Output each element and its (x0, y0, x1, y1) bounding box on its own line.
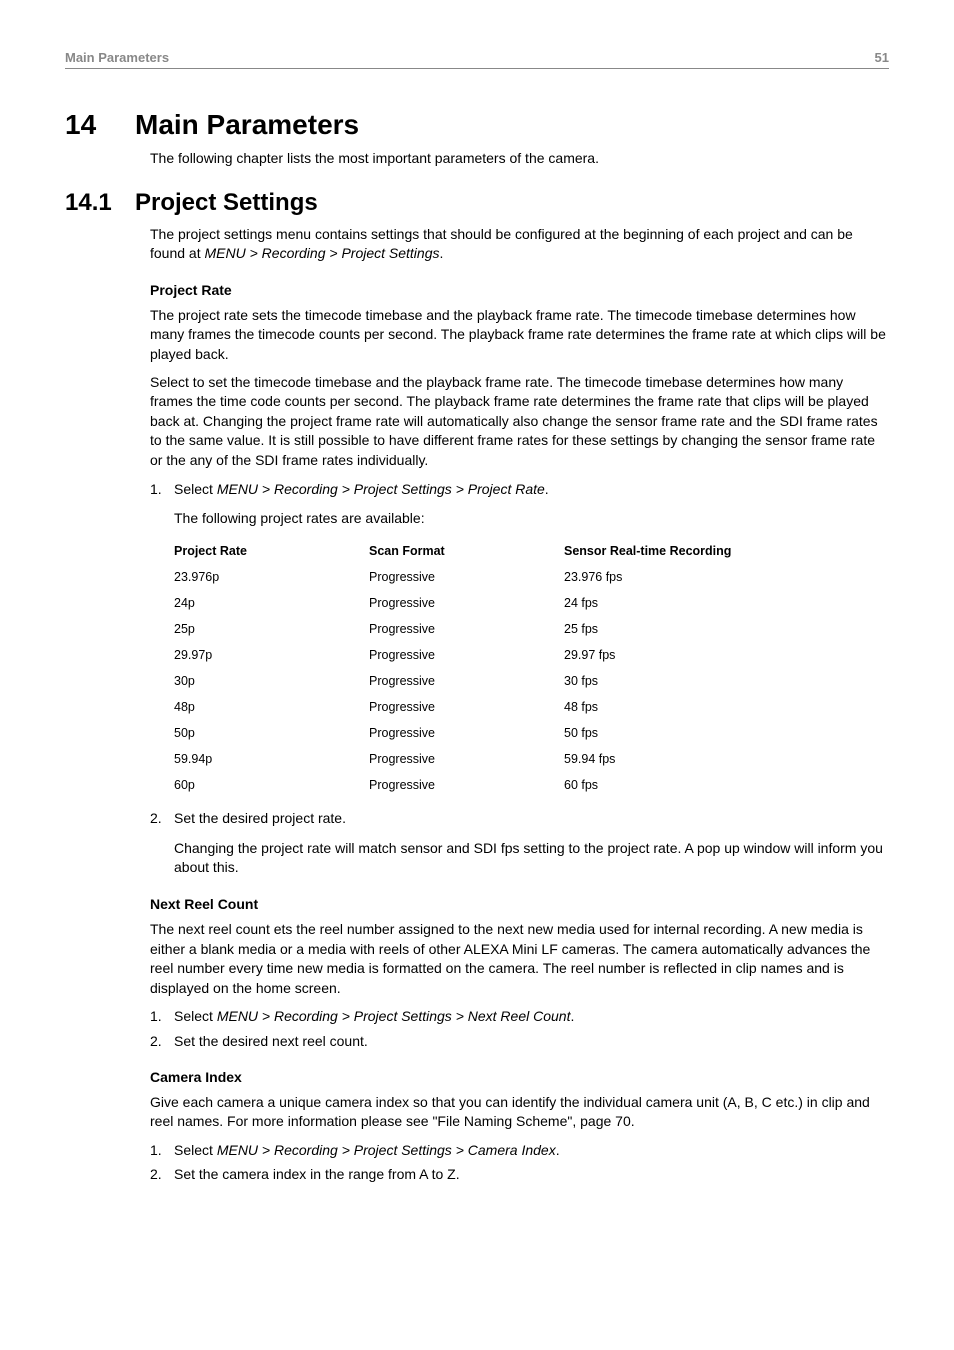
table-cell: Progressive (369, 668, 564, 694)
section-intro: The project settings menu contains setti… (150, 225, 889, 264)
list-item: 1. Select MENU > Recording > Project Set… (150, 479, 889, 499)
step1-c: . (545, 481, 549, 497)
table-cell: 50 fps (564, 720, 784, 746)
table-row: 24pProgressive24 fps (174, 590, 784, 616)
list-item: 2. Set the camera index in the range fro… (150, 1164, 889, 1184)
table-row: 60pProgressive60 fps (174, 772, 784, 798)
table-row: 48pProgressive48 fps (174, 694, 784, 720)
list-text: Select MENU > Recording > Project Settin… (174, 1140, 889, 1160)
table-cell: 59.94p (174, 746, 369, 772)
project-rate-table: Project Rate Scan Format Sensor Real-tim… (174, 538, 784, 798)
list-item: 2. Set the desired next reel count. (150, 1031, 889, 1051)
list-item: 1. Select MENU > Recording > Project Set… (150, 1140, 889, 1160)
list-text: Set the camera index in the range from A… (174, 1164, 889, 1184)
next-reel-head: Next Reel Count (150, 896, 889, 912)
th-project-rate: Project Rate (174, 538, 369, 564)
table-cell: Progressive (369, 642, 564, 668)
table-cell: 48 fps (564, 694, 784, 720)
table-row: 50pProgressive50 fps (174, 720, 784, 746)
table-cell: 25 fps (564, 616, 784, 642)
table-cell: 23.976 fps (564, 564, 784, 590)
table-cell: Progressive (369, 616, 564, 642)
section-intro-c: . (440, 245, 444, 261)
list-text: Select MENU > Recording > Project Settin… (174, 1006, 889, 1026)
list-number: 1. (150, 1140, 174, 1160)
page-header: Main Parameters 51 (65, 50, 889, 69)
project-rate-head: Project Rate (150, 282, 889, 298)
header-page-number: 51 (875, 50, 889, 65)
step1-a: Select (174, 481, 217, 497)
list-item: 1. Select MENU > Recording > Project Set… (150, 1006, 889, 1026)
section-title: Project Settings (135, 189, 318, 217)
th-sensor-recording: Sensor Real-time Recording (564, 538, 784, 564)
header-title: Main Parameters (65, 50, 169, 65)
list-text: Select MENU > Recording > Project Settin… (174, 479, 889, 499)
project-rate-p2: Select to set the timecode timebase and … (150, 373, 889, 471)
ci-step1-a: Select (174, 1142, 217, 1158)
project-rate-step1-list: 1. Select MENU > Recording > Project Set… (150, 479, 889, 499)
list-text: Set the desired next reel count. (174, 1031, 889, 1051)
section-number: 14.1 (65, 189, 135, 217)
table-cell: Progressive (369, 746, 564, 772)
chapter-heading: 14 Main Parameters (65, 109, 889, 141)
table-row: 25pProgressive25 fps (174, 616, 784, 642)
table-cell: 29.97p (174, 642, 369, 668)
th-scan-format: Scan Format (369, 538, 564, 564)
section-heading: 14.1 Project Settings (65, 189, 889, 217)
table-cell: 23.976p (174, 564, 369, 590)
step1-path: MENU > Recording > Project Settings > Pr… (217, 481, 545, 497)
list-number: 1. (150, 479, 174, 499)
camera-index-head: Camera Index (150, 1069, 889, 1085)
table-header-row: Project Rate Scan Format Sensor Real-tim… (174, 538, 784, 564)
table-cell: 24 fps (564, 590, 784, 616)
nr-step1-c: . (570, 1008, 574, 1024)
chapter-intro: The following chapter lists the most imp… (150, 149, 889, 169)
project-rate-step2-list: 2. Set the desired project rate. (150, 808, 889, 828)
project-rate-step2-sub: Changing the project rate will match sen… (174, 839, 889, 878)
table-cell: 30 fps (564, 668, 784, 694)
table-cell: 29.97 fps (564, 642, 784, 668)
table-row: 23.976pProgressive23.976 fps (174, 564, 784, 590)
ci-step1-c: . (556, 1142, 560, 1158)
table-cell: Progressive (369, 590, 564, 616)
list-text: Set the desired project rate. (174, 808, 889, 828)
nr-step1-path: MENU > Recording > Project Settings > Ne… (217, 1008, 571, 1024)
next-reel-steps: 1. Select MENU > Recording > Project Set… (150, 1006, 889, 1051)
table-cell: Progressive (369, 772, 564, 798)
table-cell: 48p (174, 694, 369, 720)
list-number: 2. (150, 1164, 174, 1184)
project-rate-p1: The project rate sets the timecode timeb… (150, 306, 889, 365)
camera-index-p1: Give each camera a unique camera index s… (150, 1093, 889, 1132)
project-rate-step1-sub: The following project rates are availabl… (174, 509, 889, 529)
nr-step1-a: Select (174, 1008, 217, 1024)
table-cell: 59.94 fps (564, 746, 784, 772)
table-cell: 50p (174, 720, 369, 746)
table-row: 30pProgressive30 fps (174, 668, 784, 694)
ci-step1-path: MENU > Recording > Project Settings > Ca… (217, 1142, 556, 1158)
list-number: 2. (150, 808, 174, 828)
table-cell: Progressive (369, 720, 564, 746)
table-row: 59.94pProgressive59.94 fps (174, 746, 784, 772)
chapter-number: 14 (65, 109, 135, 141)
table-cell: 60 fps (564, 772, 784, 798)
list-number: 2. (150, 1031, 174, 1051)
table-cell: Progressive (369, 694, 564, 720)
table-row: 29.97pProgressive29.97 fps (174, 642, 784, 668)
next-reel-p1: The next reel count ets the reel number … (150, 920, 889, 998)
section-intro-path: MENU > Recording > Project Settings (205, 245, 440, 261)
list-item: 2. Set the desired project rate. (150, 808, 889, 828)
table-cell: 24p (174, 590, 369, 616)
table-cell: 30p (174, 668, 369, 694)
table-cell: 25p (174, 616, 369, 642)
list-number: 1. (150, 1006, 174, 1026)
camera-index-steps: 1. Select MENU > Recording > Project Set… (150, 1140, 889, 1185)
table-cell: 60p (174, 772, 369, 798)
chapter-title: Main Parameters (135, 109, 359, 141)
table-cell: Progressive (369, 564, 564, 590)
